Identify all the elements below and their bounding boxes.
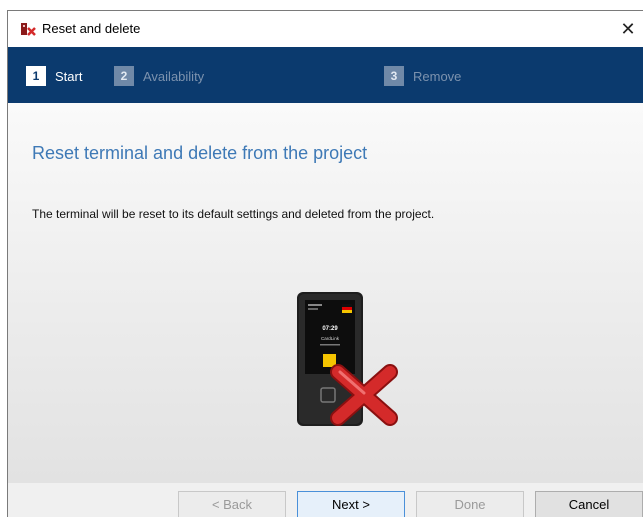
wizard-content: Reset terminal and delete from the proje…	[8, 103, 643, 483]
back-button[interactable]: < Back	[178, 491, 286, 517]
page-description: The terminal will be reset to its defaul…	[32, 207, 435, 221]
step-start: 1 Start	[26, 66, 82, 86]
cancel-button[interactable]: Cancel	[535, 491, 643, 517]
device-brand: CardLink	[321, 336, 340, 341]
close-button[interactable]: ✕	[613, 11, 643, 47]
wizard-footer: < Back Next > Done Cancel	[8, 483, 643, 517]
done-button[interactable]: Done	[416, 491, 524, 517]
app-icon	[21, 23, 36, 36]
terminal-delete-illustration: 07:29 CardLink	[297, 292, 398, 426]
step-remove: 3 Remove	[384, 66, 461, 86]
window-title: Reset and delete	[42, 21, 141, 36]
device-time: 07:29	[322, 326, 338, 332]
dialog-window: Reset and delete ✕ 1 Start 2 Availabilit…	[7, 10, 643, 517]
wizard-step-bar: 1 Start 2 Availability 3 Remove	[8, 47, 643, 103]
next-button[interactable]: Next >	[297, 491, 405, 517]
step-availability: 2 Availability	[114, 66, 204, 86]
title-bar: Reset and delete ✕	[8, 11, 643, 47]
step-number: 3	[384, 66, 404, 86]
step-number: 1	[26, 66, 46, 86]
step-label: Start	[55, 68, 83, 84]
page-heading: Reset terminal and delete from the proje…	[32, 143, 368, 163]
step-number: 2	[114, 66, 134, 86]
close-icon: ✕	[620, 18, 636, 39]
step-label: Availability	[143, 68, 205, 84]
step-label: Remove	[413, 68, 462, 84]
